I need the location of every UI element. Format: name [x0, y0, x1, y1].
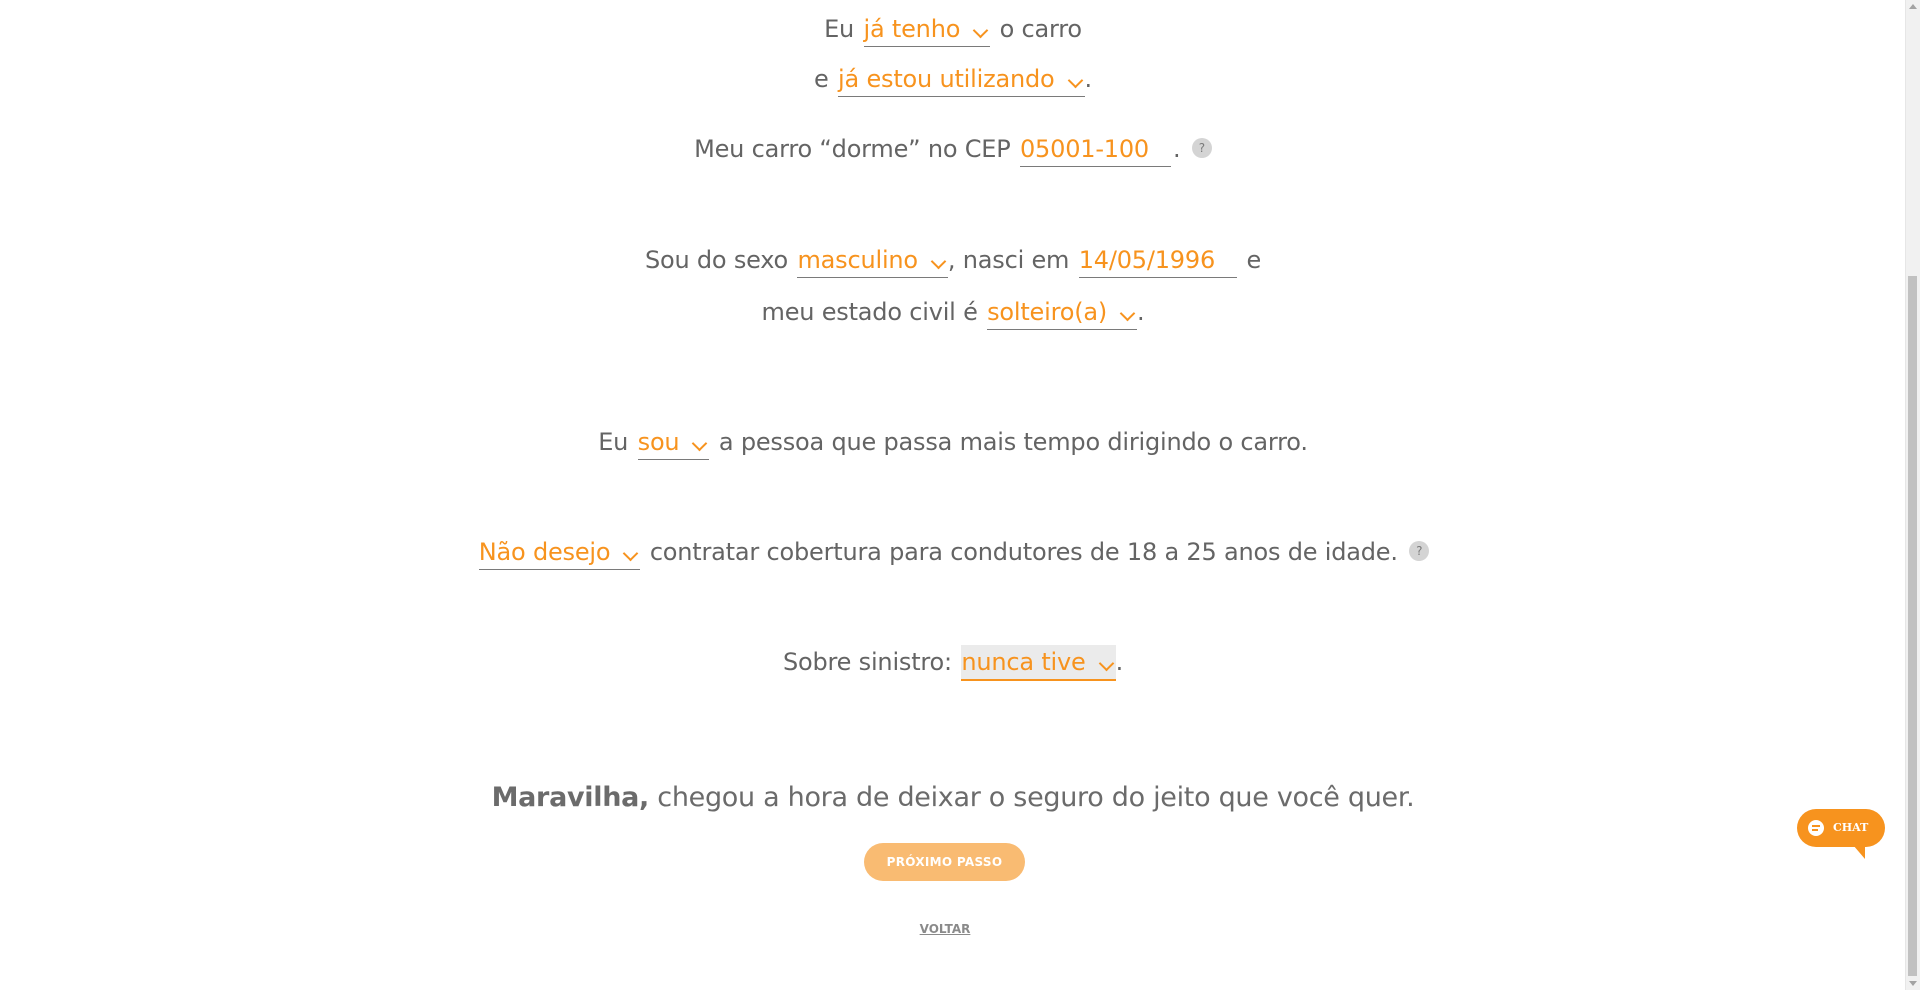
civil-status-line: meu estado civil é solteiro(a).: [0, 295, 1906, 330]
chevron-down-icon: [1098, 655, 1114, 672]
sex-line-suffix: e: [1246, 246, 1262, 274]
cep-input[interactable]: 05001-100: [1019, 132, 1172, 167]
sex-select[interactable]: masculino: [797, 243, 948, 278]
sex-line-middle: , nasci em: [947, 246, 1070, 274]
chat-label: CHAT: [1833, 821, 1869, 834]
usage-select-value: já estou utilizando: [838, 65, 1055, 93]
car-line-prefix: Eu: [824, 15, 855, 43]
headline-rest: chegou a hora de deixar o seguro do jeit…: [657, 782, 1415, 813]
coverage-select-value: Não desejo: [478, 538, 611, 566]
coverage-line-suffix: contratar cobertura para condutores de 1…: [649, 538, 1398, 566]
cep-line-suffix: .: [1173, 135, 1181, 163]
claim-line-suffix: .: [1115, 648, 1124, 676]
coverage-select[interactable]: Não desejo: [478, 535, 641, 570]
vertical-scrollbar[interactable]: [1905, 0, 1920, 990]
car-usage-line: e já estou utilizando.: [0, 62, 1906, 97]
driver-line-prefix: Eu: [598, 428, 629, 456]
sex-birth-line: Sou do sexo masculino , nasci em 14/05/19…: [0, 243, 1906, 278]
chat-button[interactable]: CHAT: [1797, 809, 1885, 847]
scroll-up-arrow-icon[interactable]: [1909, 4, 1917, 9]
cep-line-prefix: Meu carro “dorme” no CEP: [694, 135, 1011, 163]
civil-status-select[interactable]: solteiro(a): [987, 295, 1138, 330]
scrollbar-thumb[interactable]: [1908, 276, 1917, 976]
chat-bubble-icon: [1808, 820, 1824, 836]
help-icon[interactable]: ?: [1191, 138, 1212, 158]
sex-select-value: masculino: [797, 246, 918, 274]
claim-line-prefix: Sobre sinistro:: [782, 648, 952, 676]
claim-line: Sobre sinistro: nunca tive.: [0, 645, 1906, 681]
chat-tail: [1853, 845, 1865, 859]
driver-line-suffix: a pessoa que passa mais tempo dirigindo …: [718, 428, 1308, 456]
chevron-down-icon: [692, 435, 708, 452]
main-driver-select[interactable]: sou: [637, 425, 710, 460]
main-driver-line: Eu sou a pessoa que passa mais tempo dir…: [0, 425, 1906, 460]
ownership-select[interactable]: já tenho: [863, 12, 991, 47]
car-ownership-line: Eu já tenho o carro: [0, 12, 1906, 47]
sex-line-prefix: Sou do sexo: [644, 246, 789, 274]
headline-bold: Maravilha,: [491, 782, 650, 813]
car-line-suffix: o carro: [999, 15, 1082, 43]
chevron-down-icon: [972, 22, 989, 39]
civil-select-value: solteiro(a): [987, 298, 1108, 326]
driver-select-value: sou: [637, 428, 680, 456]
usage-line-suffix: .: [1084, 65, 1093, 93]
chevron-down-icon: [1119, 305, 1136, 322]
usage-line-prefix: e: [814, 65, 829, 93]
usage-select[interactable]: já estou utilizando: [838, 62, 1085, 97]
scroll-down-arrow-icon[interactable]: [1909, 981, 1917, 986]
help-icon[interactable]: ?: [1409, 541, 1430, 561]
birth-date-input[interactable]: 14/05/1996: [1078, 243, 1238, 278]
young-driver-coverage-line: Não desejo contratar cobertura para cond…: [0, 535, 1906, 570]
quote-form-page: Eu já tenho o carro e já estou utilizand…: [0, 0, 1920, 990]
claim-select-value: nunca tive: [961, 648, 1086, 676]
chevron-down-icon: [930, 253, 947, 270]
chevron-down-icon: [623, 545, 639, 562]
next-step-button[interactable]: PRÓXIMO PASSO: [864, 843, 1025, 881]
civil-line-prefix: meu estado civil é: [761, 298, 978, 326]
summary-headline: Maravilha, chegou a hora de deixar o seg…: [0, 778, 1906, 818]
civil-line-suffix: .: [1137, 298, 1145, 326]
chevron-down-icon: [1067, 72, 1083, 89]
claim-select[interactable]: nunca tive: [961, 645, 1116, 681]
ownership-select-value: já tenho: [863, 15, 961, 43]
back-link[interactable]: VOLTAR: [0, 922, 1890, 936]
cep-line: Meu carro “dorme” no CEP 05001-100. ?: [0, 132, 1906, 167]
